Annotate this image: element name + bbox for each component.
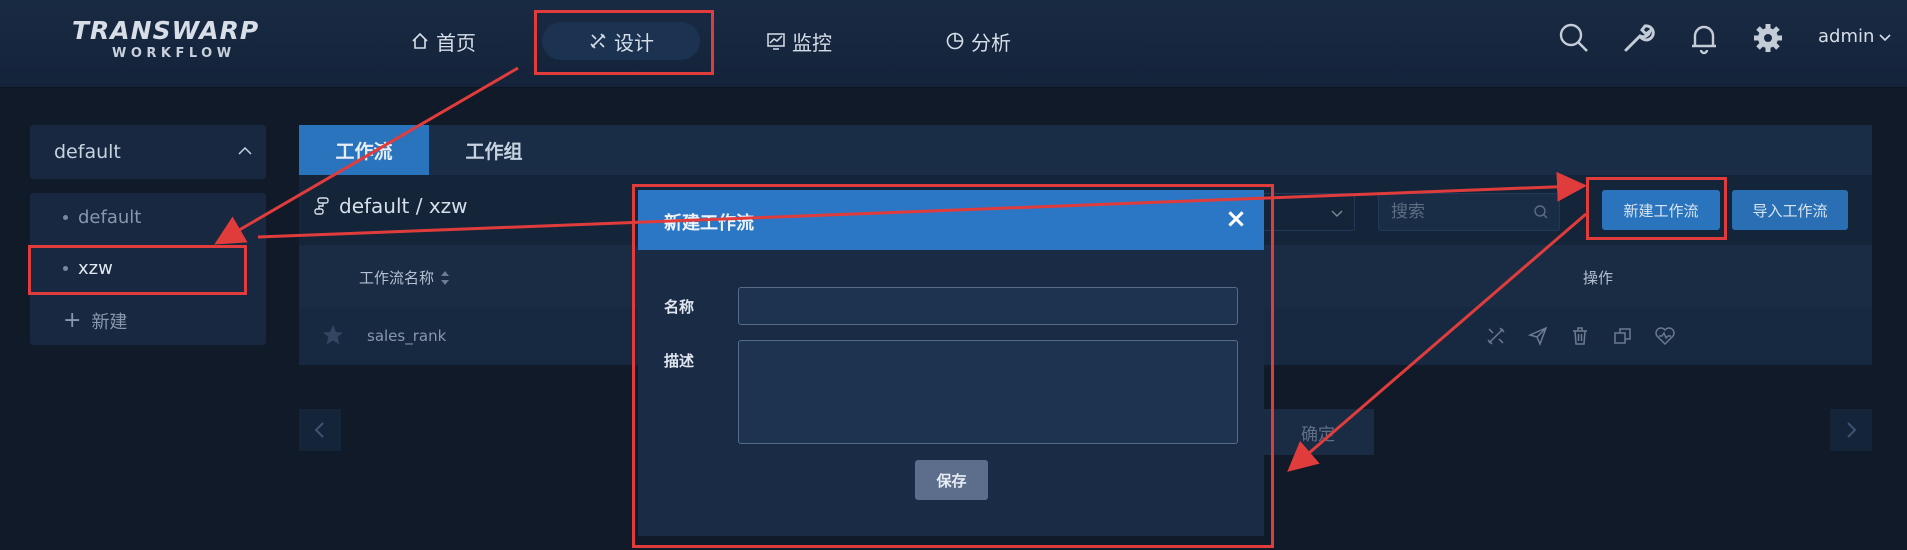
- dialog-header: 新建工作流 ×: [638, 190, 1264, 250]
- list-item-label: default: [78, 207, 142, 228]
- bullet-icon: [63, 215, 68, 220]
- project-list: default xzw + 新建: [30, 193, 266, 345]
- nav-monitor[interactable]: 监控: [766, 22, 832, 60]
- chevron-up-icon: [238, 146, 252, 155]
- description-textarea[interactable]: [738, 340, 1238, 444]
- name-label: 名称: [664, 298, 695, 316]
- save-button[interactable]: 保存: [915, 460, 988, 500]
- column-header-actions: 操作: [1583, 269, 1614, 287]
- bullet-icon: [63, 266, 68, 271]
- user-name: admin: [1818, 26, 1875, 47]
- new-workflow-button[interactable]: 新建工作流: [1602, 190, 1720, 230]
- breadcrumb-text: default / xzw: [339, 194, 468, 218]
- logo[interactable]: TRANSWARP WORKFLOW: [72, 16, 292, 66]
- tab-workgroup[interactable]: 工作组: [429, 125, 559, 175]
- search-placeholder: 搜索: [1391, 202, 1425, 222]
- prev-page-button[interactable]: [299, 409, 341, 451]
- breadcrumb: default / xzw: [313, 194, 468, 218]
- next-page-button[interactable]: [1830, 409, 1872, 451]
- publish-icon[interactable]: [1527, 325, 1549, 347]
- plus-icon: +: [63, 308, 82, 333]
- tab-bar: 工作流 工作组: [299, 125, 1872, 175]
- list-item-default[interactable]: default: [63, 207, 141, 228]
- workflow-name-link[interactable]: sales_rank: [367, 327, 446, 345]
- dialog-title: 新建工作流: [664, 213, 754, 234]
- health-icon[interactable]: [1654, 325, 1676, 347]
- nav-home-label: 首页: [436, 30, 476, 55]
- chevron-left-icon: [314, 422, 324, 438]
- new-workflow-dialog: 新建工作流 × 名称 描述 保存: [638, 190, 1264, 536]
- logo-main-text: TRANSWARP: [72, 16, 260, 45]
- description-label: 描述: [664, 352, 695, 370]
- column-header-name[interactable]: 工作流名称: [359, 267, 450, 288]
- chevron-down-icon: [1331, 210, 1343, 217]
- logo-sub-text: WORKFLOW: [112, 46, 236, 61]
- confirm-button[interactable]: 确定: [1262, 409, 1374, 455]
- nav-design[interactable]: 设计: [542, 22, 700, 60]
- tab-workflow[interactable]: 工作流: [299, 125, 429, 175]
- nav-design-label: 设计: [614, 30, 654, 55]
- list-item-xzw[interactable]: xzw: [63, 258, 113, 279]
- nav-analysis[interactable]: 分析: [945, 22, 1011, 60]
- monitor-icon: [767, 33, 785, 50]
- edit-design-icon[interactable]: [1485, 325, 1507, 347]
- wrench-icon[interactable]: [1620, 20, 1656, 56]
- project-select[interactable]: default: [30, 125, 266, 179]
- nav-analysis-label: 分析: [971, 30, 1011, 55]
- top-bar: TRANSWARP WORKFLOW 首页 设计 监控 分析 admin: [0, 0, 1907, 88]
- design-icon: [590, 33, 606, 49]
- sort-icon: [441, 270, 450, 285]
- search-icon: [1534, 205, 1548, 219]
- star-icon[interactable]: [321, 323, 345, 347]
- nav-home[interactable]: 首页: [410, 22, 476, 60]
- home-icon: [412, 32, 428, 49]
- search-icon[interactable]: [1556, 20, 1592, 56]
- column-header-name-label: 工作流名称: [359, 269, 435, 287]
- search-input[interactable]: 搜索: [1378, 193, 1560, 231]
- chevron-down-icon: [1879, 33, 1891, 41]
- new-project-button[interactable]: + 新建: [63, 308, 127, 334]
- close-icon[interactable]: ×: [1222, 205, 1250, 233]
- filter-dropdown[interactable]: [1249, 193, 1355, 231]
- import-workflow-button[interactable]: 导入工作流: [1732, 190, 1848, 230]
- user-menu[interactable]: admin: [1818, 26, 1892, 47]
- copy-icon[interactable]: [1612, 325, 1634, 347]
- delete-icon[interactable]: [1569, 325, 1591, 347]
- gear-icon[interactable]: [1750, 20, 1786, 56]
- bell-icon[interactable]: [1686, 20, 1722, 56]
- name-input[interactable]: [738, 287, 1238, 325]
- analysis-icon: [946, 32, 964, 50]
- chevron-right-icon: [1847, 422, 1857, 438]
- nav-monitor-label: 监控: [792, 30, 832, 55]
- workflow-icon: [314, 197, 329, 215]
- project-select-value: default: [54, 141, 121, 163]
- new-project-label: 新建: [91, 312, 128, 333]
- list-item-label: xzw: [78, 258, 113, 279]
